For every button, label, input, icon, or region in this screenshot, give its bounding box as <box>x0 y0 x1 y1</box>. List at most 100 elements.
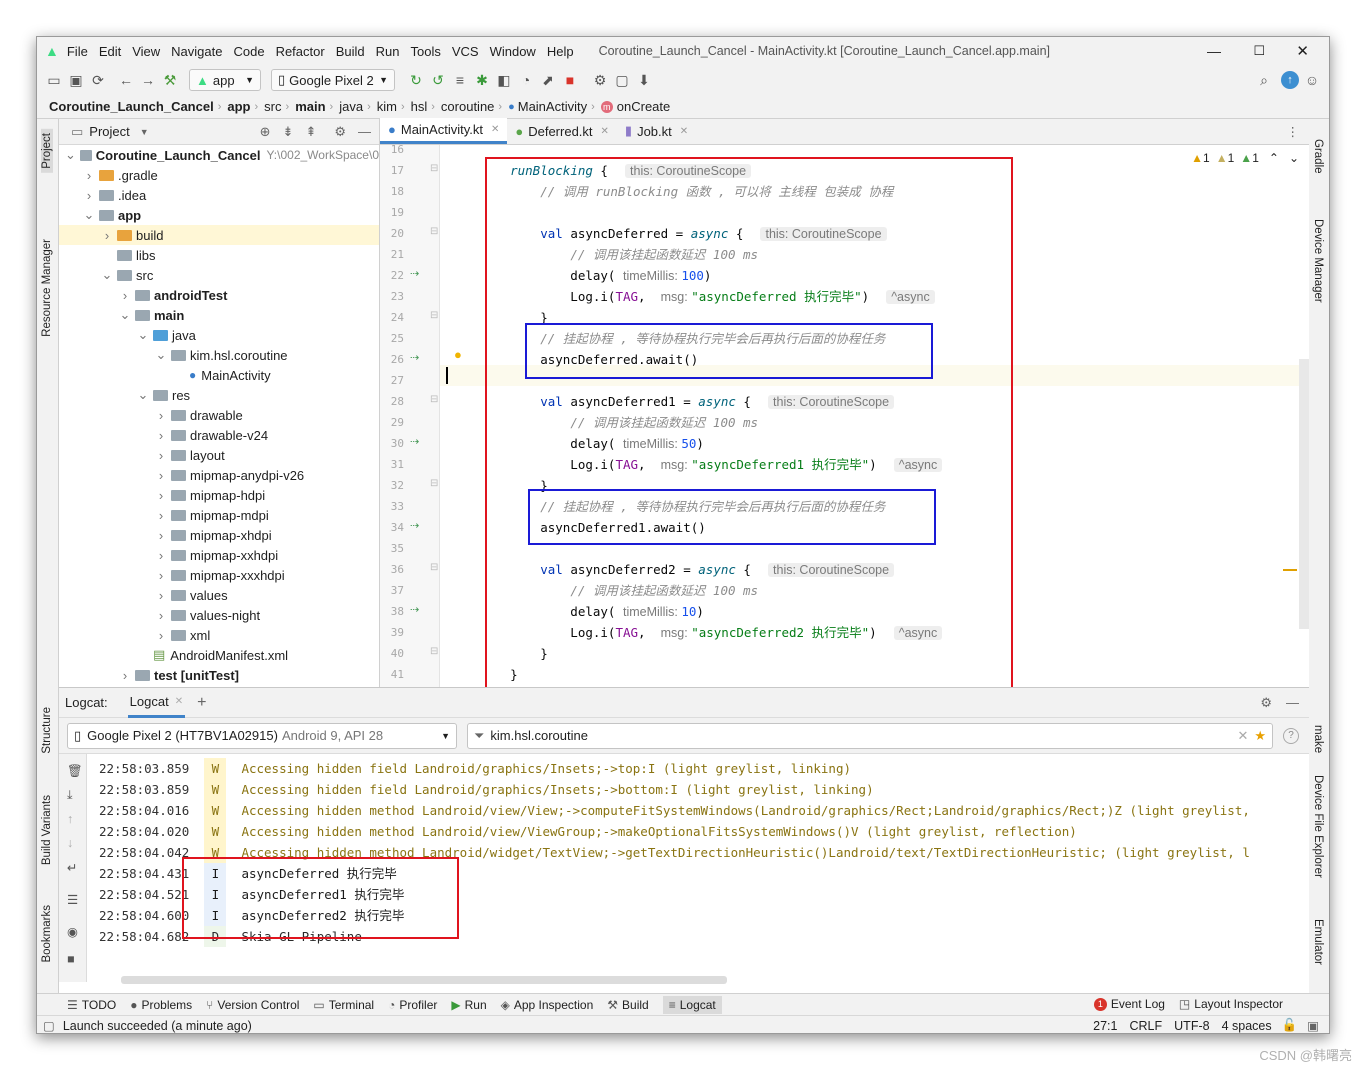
tree-item[interactable]: ⌄ res <box>59 385 379 405</box>
chevron-up-icon[interactable]: ⌃ <box>1269 151 1279 165</box>
tree-item[interactable]: › layout <box>59 445 379 465</box>
layout-inspector-button[interactable]: ◳ Layout Inspector <box>1179 997 1283 1011</box>
chevron-down-icon[interactable]: ⌄ <box>119 307 131 323</box>
tree-item[interactable]: ▤ AndroidManifest.xml <box>59 645 379 665</box>
fold-icon[interactable]: ⊟ <box>430 163 438 174</box>
resource-manager-tool-tab[interactable]: Resource Manager <box>41 239 53 337</box>
menu-build[interactable]: Build <box>336 44 365 59</box>
locate-icon[interactable]: ⊕ <box>260 124 271 140</box>
breadcrumb-item[interactable]: kim <box>377 99 397 114</box>
forward-icon[interactable]: → <box>137 69 159 91</box>
tool-version-control[interactable]: ⑂ Version Control <box>206 998 299 1012</box>
chevron-right-icon[interactable]: › <box>155 508 167 523</box>
tool-logcat[interactable]: ≡ Logcat <box>662 995 722 1014</box>
chevron-right-icon[interactable]: › <box>155 628 167 643</box>
tab-logcat[interactable]: Logcat ✕ <box>127 688 186 718</box>
tool-todo[interactable]: ☰ TODO <box>67 998 116 1012</box>
menu-vcs[interactable]: VCS <box>452 44 479 59</box>
tree-item[interactable]: › values-night <box>59 605 379 625</box>
chevron-right-icon[interactable]: › <box>155 608 167 623</box>
attach-debugger-icon[interactable]: ⬈ <box>537 69 559 91</box>
tab-deferred[interactable]: ● Deferred.kt ✕ <box>507 118 617 144</box>
search-icon[interactable]: ⌕ <box>1253 69 1275 91</box>
tree-item[interactable]: ⌄ kim.hsl.coroutine <box>59 345 379 365</box>
chevron-right-icon[interactable]: › <box>155 488 167 503</box>
tool-problems[interactable]: ● Problems <box>130 998 192 1012</box>
menu-help[interactable]: Help <box>547 44 574 59</box>
coverage-icon[interactable]: ◧ <box>493 69 515 91</box>
tree-item[interactable]: › drawable <box>59 405 379 425</box>
line-separator[interactable]: CRLF <box>1130 1019 1163 1033</box>
gear-icon[interactable]: ⚙ <box>1260 695 1272 711</box>
apply-code-changes-icon[interactable]: ↺ <box>427 69 449 91</box>
chevron-down-icon[interactable]: ⌄ <box>137 387 149 403</box>
chevron-right-icon[interactable]: › <box>155 408 167 423</box>
structure-tool-tab[interactable]: Structure <box>41 707 53 754</box>
profile-icon[interactable]: ◔ <box>515 69 537 91</box>
breadcrumb-item[interactable]: MainActivity <box>518 99 587 114</box>
chevron-right-icon[interactable]: › <box>83 168 95 183</box>
close-icon[interactable]: ✕ <box>601 126 609 137</box>
fold-icon[interactable]: ⊟ <box>430 562 438 573</box>
breadcrumb-item[interactable]: onCreate <box>617 99 670 114</box>
back-icon[interactable]: ← <box>115 69 137 91</box>
bulb-icon[interactable]: ● <box>454 347 462 362</box>
tree-item[interactable]: ● MainActivity <box>59 365 379 385</box>
project-view-select[interactable]: Project <box>89 124 129 139</box>
breadcrumb-item[interactable]: hsl <box>411 99 428 114</box>
file-encoding[interactable]: UTF-8 <box>1174 1019 1209 1033</box>
account-icon[interactable]: ☺ <box>1301 69 1323 91</box>
tool-run[interactable]: ▶ Run <box>451 998 486 1012</box>
close-icon[interactable]: ✕ <box>175 696 183 707</box>
fold-icon[interactable]: ⊟ <box>430 310 438 321</box>
close-icon[interactable]: ✕ <box>680 126 688 137</box>
update-icon[interactable]: ↑ <box>1281 71 1299 89</box>
sync-icon[interactable]: ⟳ <box>87 69 109 91</box>
tool-app-inspection[interactable]: ◈ App Inspection <box>501 998 594 1012</box>
tree-item[interactable]: › test [unitTest] <box>59 665 379 685</box>
close-icon[interactable]: ✕ <box>1296 42 1309 60</box>
list-icon[interactable]: ≡ <box>449 69 471 91</box>
tree-item[interactable]: › build <box>59 225 379 245</box>
chevron-down-icon[interactable]: ⌄ <box>137 327 149 343</box>
project-tool-tab[interactable]: Project <box>41 129 53 173</box>
chevron-right-icon[interactable]: › <box>155 528 167 543</box>
event-log-button[interactable]: 1 Event Log <box>1093 997 1165 1011</box>
tree-item[interactable]: › drawable-v24 <box>59 425 379 445</box>
tree-item[interactable]: › .gradle <box>59 165 379 185</box>
tree-item[interactable]: › androidTest <box>59 285 379 305</box>
chevron-right-icon[interactable]: › <box>155 468 167 483</box>
sdk-manager-icon[interactable]: ⬇ <box>633 69 655 91</box>
chevron-down-icon[interactable]: ⌄ <box>101 267 113 283</box>
gradle-tool-tab[interactable]: Gradle <box>1312 139 1324 174</box>
chevron-right-icon[interactable]: › <box>155 588 167 603</box>
tree-item[interactable]: › mipmap-anydpi-v26 <box>59 465 379 485</box>
gear-icon[interactable]: ⚙ <box>334 124 346 140</box>
logcat-filter-input[interactable]: ⏷ kim.hsl.coroutine ✕ ★ <box>467 722 1273 749</box>
fold-icon[interactable]: ⊟ <box>430 646 438 657</box>
chevron-right-icon[interactable]: › <box>155 568 167 583</box>
lock-icon[interactable]: 🔓 <box>1282 1018 1298 1033</box>
chevron-down-icon[interactable]: ▼ <box>140 127 149 137</box>
breadcrumb-item[interactable]: coroutine <box>441 99 494 114</box>
menu-run[interactable]: Run <box>376 44 400 59</box>
menu-tools[interactable]: Tools <box>410 44 440 59</box>
minimize-icon[interactable]: — <box>1207 43 1221 59</box>
breadcrumb-item[interactable]: app <box>227 99 250 114</box>
build-variants-tool-tab[interactable]: Build Variants <box>41 795 53 865</box>
chevron-right-icon[interactable]: › <box>101 228 113 243</box>
tree-item[interactable]: ⌄ src <box>59 265 379 285</box>
tool-profiler[interactable]: ◔ Profiler <box>388 998 437 1012</box>
tree-item[interactable]: › mipmap-xxhdpi <box>59 545 379 565</box>
clear-icon[interactable]: ✕ <box>1237 728 1248 744</box>
tree-item[interactable]: libs <box>59 245 379 265</box>
debug-icon[interactable]: ✱ <box>471 69 493 91</box>
device-select[interactable]: ▯ Google Pixel 2 ▼ <box>271 69 395 91</box>
open-folder-icon[interactable]: ▭ <box>43 69 65 91</box>
editor-scrollbar[interactable] <box>1299 359 1309 629</box>
run-config-select[interactable]: ▲ app ▼ <box>189 69 261 91</box>
tool-terminal[interactable]: ▭ Terminal <box>313 998 374 1012</box>
chevron-right-icon[interactable]: › <box>155 548 167 563</box>
tree-item[interactable]: ⌄ main <box>59 305 379 325</box>
menu-navigate[interactable]: Navigate <box>171 44 222 59</box>
